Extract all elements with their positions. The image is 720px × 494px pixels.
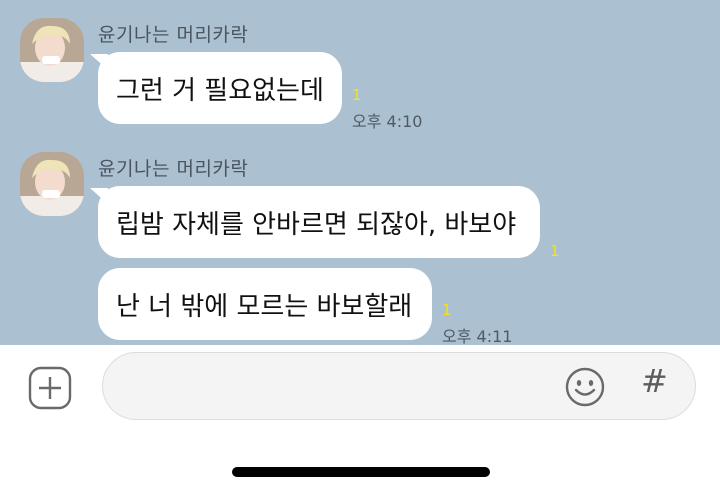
chat-area: 윤기나는 머리카락 그런 거 필요없는데 1 오후 4:10 윤기나는 머리카락…	[0, 0, 720, 345]
message-bubble[interactable]: 난 너 밖에 모르는 바보할래	[98, 268, 432, 340]
sender-name: 윤기나는 머리카락	[98, 24, 249, 46]
hash-button[interactable]: #	[641, 362, 668, 400]
message-bubble[interactable]: 그런 거 필요없는데	[98, 52, 342, 124]
avatar-photo-icon	[20, 18, 84, 82]
emoji-icon	[565, 367, 605, 407]
attach-button[interactable]	[28, 366, 72, 410]
message-bubble[interactable]: 립밤 자체를 안바르면 되잖아, 바보야	[98, 186, 540, 258]
plus-icon	[28, 366, 72, 410]
avatar[interactable]	[20, 18, 84, 82]
avatar-photo-icon	[20, 152, 84, 216]
unread-count: 1	[442, 301, 452, 319]
sender-name: 윤기나는 머리카락	[98, 158, 249, 180]
message-time: 오후 4:11	[442, 327, 513, 345]
home-indicator	[232, 467, 490, 477]
message-time: 오후 4:10	[352, 112, 423, 131]
message-input[interactable]	[102, 352, 696, 420]
unread-count: 1	[550, 242, 560, 260]
avatar[interactable]	[20, 152, 84, 216]
emoji-button[interactable]	[564, 366, 606, 408]
unread-count: 1	[352, 86, 362, 104]
